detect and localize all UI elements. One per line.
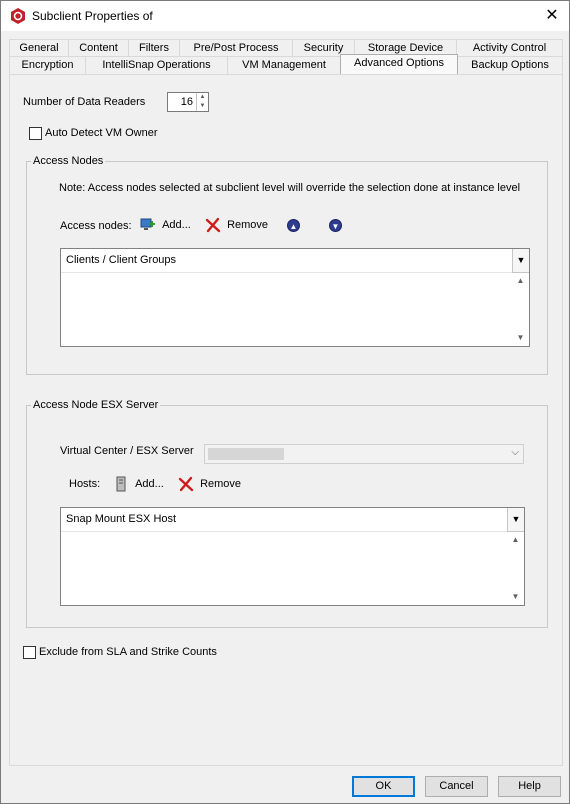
tab-backup-options[interactable]: Backup Options bbox=[457, 56, 563, 74]
remove-x-icon bbox=[205, 217, 221, 233]
auto-detect-vm-owner-label: Auto Detect VM Owner bbox=[45, 127, 158, 139]
access-nodes-list[interactable]: Clients / Client Groups ▼ ▲ ▼ bbox=[60, 248, 530, 347]
help-button[interactable]: Help bbox=[498, 776, 561, 797]
data-readers-spinner[interactable]: 16 ▲ ▼ bbox=[167, 92, 209, 112]
scroll-down-icon[interactable]: ▼ bbox=[512, 330, 529, 346]
spinner-arrows-icon[interactable]: ▲ ▼ bbox=[196, 93, 208, 111]
access-nodes-note: Note: Access nodes selected at subclient… bbox=[59, 182, 521, 194]
chevron-down-icon: ⌵ bbox=[511, 447, 519, 458]
tab-intellisnap-operations[interactable]: IntelliSnap Operations bbox=[85, 56, 228, 74]
scroll-up-icon[interactable]: ▲ bbox=[507, 532, 524, 548]
esx-hosts-scrollbar[interactable]: ▲ ▼ bbox=[507, 532, 524, 605]
column-chooser-icon[interactable]: ▼ bbox=[512, 249, 529, 273]
access-nodes-add-button[interactable]: Add... bbox=[140, 217, 191, 233]
virtual-center-label: Virtual Center / ESX Server bbox=[60, 445, 194, 457]
tab-activity-control[interactable]: Activity Control bbox=[456, 39, 563, 57]
access-nodes-list-header: Clients / Client Groups bbox=[61, 249, 512, 273]
scroll-down-icon[interactable]: ▼ bbox=[507, 589, 524, 605]
hosts-add-button[interactable]: Add... bbox=[114, 476, 164, 492]
access-nodes-legend: Access Nodes bbox=[33, 155, 104, 167]
esx-server-legend: Access Node ESX Server bbox=[33, 399, 159, 411]
exclude-sla-label: Exclude from SLA and Strike Counts bbox=[39, 646, 217, 658]
esx-hosts-list-header: Snap Mount ESX Host bbox=[61, 508, 507, 532]
tab-filters[interactable]: Filters bbox=[128, 39, 180, 57]
virtual-center-select[interactable]: ⌵ bbox=[204, 444, 524, 464]
access-nodes-remove-button[interactable]: Remove bbox=[205, 217, 268, 233]
access-nodes-scrollbar[interactable]: ▲ ▼ bbox=[512, 273, 529, 346]
add-computer-icon bbox=[140, 218, 155, 230]
move-down-icon[interactable]: ▼ bbox=[329, 219, 342, 232]
hosts-remove-button[interactable]: Remove bbox=[178, 476, 241, 492]
access-nodes-remove-label: Remove bbox=[227, 219, 269, 231]
title-bar: Subclient Properties of ✕ bbox=[1, 1, 569, 31]
commvault-logo-icon bbox=[11, 8, 25, 24]
redacted-server-name bbox=[208, 448, 284, 460]
hosts-label: Hosts: bbox=[69, 478, 101, 490]
tab-general[interactable]: General bbox=[9, 39, 69, 57]
close-button[interactable]: ✕ bbox=[535, 1, 569, 31]
exclude-sla-checkbox[interactable] bbox=[23, 646, 36, 659]
data-readers-value: 16 bbox=[180, 96, 193, 108]
scroll-up-icon[interactable]: ▲ bbox=[512, 273, 529, 289]
hosts-remove-label: Remove bbox=[200, 478, 242, 490]
tab-pre-post-process[interactable]: Pre/Post Process bbox=[179, 39, 293, 57]
access-nodes-label: Access nodes: bbox=[60, 220, 132, 232]
hosts-add-label: Add... bbox=[135, 478, 164, 490]
tab-encryption[interactable]: Encryption bbox=[9, 56, 86, 74]
remove-x-icon bbox=[178, 476, 194, 492]
access-nodes-add-label: Add... bbox=[162, 219, 191, 231]
tab-advanced-options[interactable]: Advanced Options bbox=[340, 54, 458, 74]
tab-vm-management[interactable]: VM Management bbox=[227, 56, 341, 74]
tab-content[interactable]: Content bbox=[68, 39, 129, 57]
esx-hosts-list[interactable]: Snap Mount ESX Host ▼ ▲ ▼ bbox=[60, 507, 525, 606]
ok-button[interactable]: OK bbox=[352, 776, 415, 797]
server-icon bbox=[116, 476, 126, 492]
window-title: Subclient Properties of bbox=[32, 9, 153, 23]
data-readers-label: Number of Data Readers bbox=[23, 96, 146, 108]
cancel-button[interactable]: Cancel bbox=[425, 776, 488, 797]
column-chooser-icon[interactable]: ▼ bbox=[507, 508, 524, 532]
auto-detect-vm-owner-checkbox[interactable] bbox=[29, 127, 42, 140]
move-up-icon[interactable]: ▲ bbox=[287, 219, 300, 232]
dialog-window: Subclient Properties of ✕ General Conten… bbox=[0, 0, 570, 804]
